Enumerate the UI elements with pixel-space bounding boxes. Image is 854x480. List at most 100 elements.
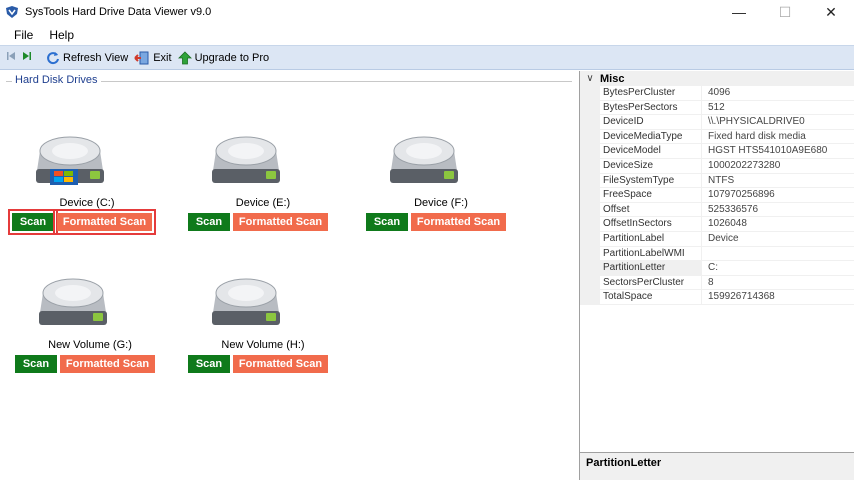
property-value: 1000202273280 [702, 159, 854, 174]
app-logo-icon [6, 6, 18, 18]
property-row[interactable]: FreeSpace 107970256896 [580, 188, 854, 203]
property-name: OffsetInSectors [600, 217, 702, 232]
description-title: PartitionLetter [586, 457, 662, 469]
property-name: BytesPerSectors [600, 100, 702, 116]
windows-hard-drive-icon [36, 136, 104, 185]
drive-label: New Volume (H:) [221, 339, 305, 351]
property-value [702, 247, 854, 262]
property-value: HGST HTS541010A9E680 [702, 144, 854, 159]
property-row[interactable]: BytesPerSectors 512 [580, 100, 854, 116]
property-name: DeviceSize [600, 158, 702, 174]
drive-e[interactable]: Device (E:) Scan Formatted Scan [188, 129, 338, 231]
formatted-scan-button[interactable]: Formatted Scan [233, 213, 328, 231]
property-row[interactable]: PartitionLabelWMI [580, 246, 854, 262]
formatted-scan-button[interactable]: Formatted Scan [53, 209, 156, 235]
first-page-icon[interactable] [6, 51, 16, 64]
group-title: Hard Disk Drives [12, 74, 101, 86]
property-row[interactable]: DeviceMediaType Fixed hard disk media [580, 129, 854, 145]
property-description: PartitionLetter [580, 452, 854, 480]
property-row[interactable]: DeviceModel HGST HTS541010A9E680 [580, 144, 854, 159]
property-name: DeviceID [600, 115, 702, 130]
drive-label: New Volume (G:) [48, 339, 132, 351]
property-row[interactable]: FileSystemType NTFS [580, 173, 854, 189]
property-value: 8 [702, 276, 854, 291]
menu-help[interactable]: Help [41, 26, 82, 44]
scan-button[interactable]: Scan [188, 213, 230, 231]
property-row[interactable]: PartitionLabel Device [580, 231, 854, 247]
property-name: Offset [600, 202, 702, 218]
menu-file[interactable]: File [6, 26, 41, 44]
menu-bar: File Help [0, 24, 854, 45]
exit-icon [134, 51, 149, 64]
property-value: 4096 [702, 86, 854, 101]
scan-button[interactable]: Scan [188, 355, 230, 373]
property-value: 512 [702, 101, 854, 116]
hard-drive-icon [390, 136, 458, 183]
formatted-scan-button[interactable]: Formatted Scan [233, 355, 328, 373]
upgrade-label: Upgrade to Pro [194, 51, 270, 64]
property-value: 107970256896 [702, 188, 854, 203]
formatted-scan-button[interactable]: Formatted Scan [60, 355, 155, 373]
property-value: NTFS [702, 174, 854, 189]
upgrade-to-pro-button[interactable]: Upgrade to Pro [177, 50, 270, 65]
category-label: Misc [600, 72, 625, 85]
drive-label: Device (C:) [59, 197, 115, 209]
scan-button[interactable]: Scan [15, 355, 57, 373]
property-value: 159926714368 [702, 290, 854, 305]
scan-button[interactable]: Scan [8, 209, 58, 235]
formatted-scan-button[interactable]: Formatted Scan [411, 213, 506, 231]
exit-label: Exit [153, 51, 172, 64]
chevron-down-icon[interactable]: ∨ [580, 73, 600, 84]
drive-f[interactable]: Device (F:) Scan Formatted Scan [366, 129, 516, 231]
window-title: SysTools Hard Drive Data Viewer v9.0 [25, 6, 212, 18]
property-row[interactable]: SectorsPerCluster 8 [580, 275, 854, 291]
drive-c[interactable]: Device (C:) Scan Formatted Scan [8, 129, 162, 235]
property-name: DeviceModel [600, 144, 702, 159]
property-row[interactable]: OffsetInSectors 1026048 [580, 217, 854, 232]
property-value: 1026048 [702, 217, 854, 232]
hard-disk-drives-panel: Hard Disk Drives Device (C:) Scan Format… [0, 71, 578, 480]
property-name: TotalSpace [600, 290, 702, 305]
close-button[interactable]: ✕ [808, 0, 854, 24]
scan-button[interactable]: Scan [366, 213, 408, 231]
property-value: 525336576 [702, 203, 854, 218]
property-list: BytesPerCluster 4096 BytesPerSectors 512 D… [580, 86, 854, 305]
refresh-view-label: Refresh View [63, 51, 129, 64]
property-name: SectorsPerCluster [600, 275, 702, 291]
title-bar: SysTools Hard Drive Data Viewer v9.0 — ☐… [0, 0, 854, 24]
property-row[interactable]: TotalSpace 159926714368 [580, 290, 854, 305]
drive-h[interactable]: New Volume (H:) Scan Formatted Scan [188, 271, 338, 373]
property-row[interactable]: DeviceSize 1000202273280 [580, 158, 854, 174]
drive-label: Device (E:) [235, 197, 291, 209]
drive-g[interactable]: New Volume (G:) Scan Formatted Scan [15, 271, 165, 373]
maximize-button[interactable]: ☐ [762, 0, 808, 24]
category-misc[interactable]: ∨ Misc [580, 71, 854, 86]
hard-drive-icon [212, 278, 280, 325]
property-name: PartitionLabelWMI [600, 246, 702, 262]
refresh-icon [47, 51, 59, 64]
refresh-view-button[interactable]: Refresh View [46, 51, 128, 65]
property-name: PartitionLabel [600, 231, 702, 247]
property-name: BytesPerCluster [600, 86, 702, 101]
property-row[interactable]: Offset 525336576 [580, 202, 854, 218]
last-page-icon[interactable] [22, 51, 32, 64]
drive-label: Device (F:) [414, 197, 468, 209]
property-value: Device [702, 232, 854, 247]
exit-button[interactable]: Exit [134, 51, 172, 65]
property-row[interactable]: DeviceID \\.\PHYSICALDRIVE0 [580, 115, 854, 130]
hard-drive-icon [39, 278, 107, 325]
property-row-selected[interactable]: PartitionLetter C: [580, 261, 854, 276]
property-grid: ∨ Misc BytesPerCluster 4096 BytesPerSecto… [579, 71, 854, 480]
hard-drive-icon [212, 136, 280, 183]
property-row[interactable]: BytesPerCluster 4096 [580, 86, 854, 101]
property-value: Fixed hard disk media [702, 130, 854, 145]
toolbar: Refresh View Exit Upgrade to Pro [0, 45, 854, 70]
upgrade-arrow-icon [177, 50, 192, 64]
minimize-button[interactable]: — [716, 0, 762, 24]
property-name: FileSystemType [600, 173, 702, 189]
property-value: C: [702, 261, 854, 276]
property-name: DeviceMediaType [600, 129, 702, 145]
property-name: FreeSpace [600, 188, 702, 203]
property-name: PartitionLetter [600, 261, 702, 276]
property-value: \\.\PHYSICALDRIVE0 [702, 115, 854, 130]
